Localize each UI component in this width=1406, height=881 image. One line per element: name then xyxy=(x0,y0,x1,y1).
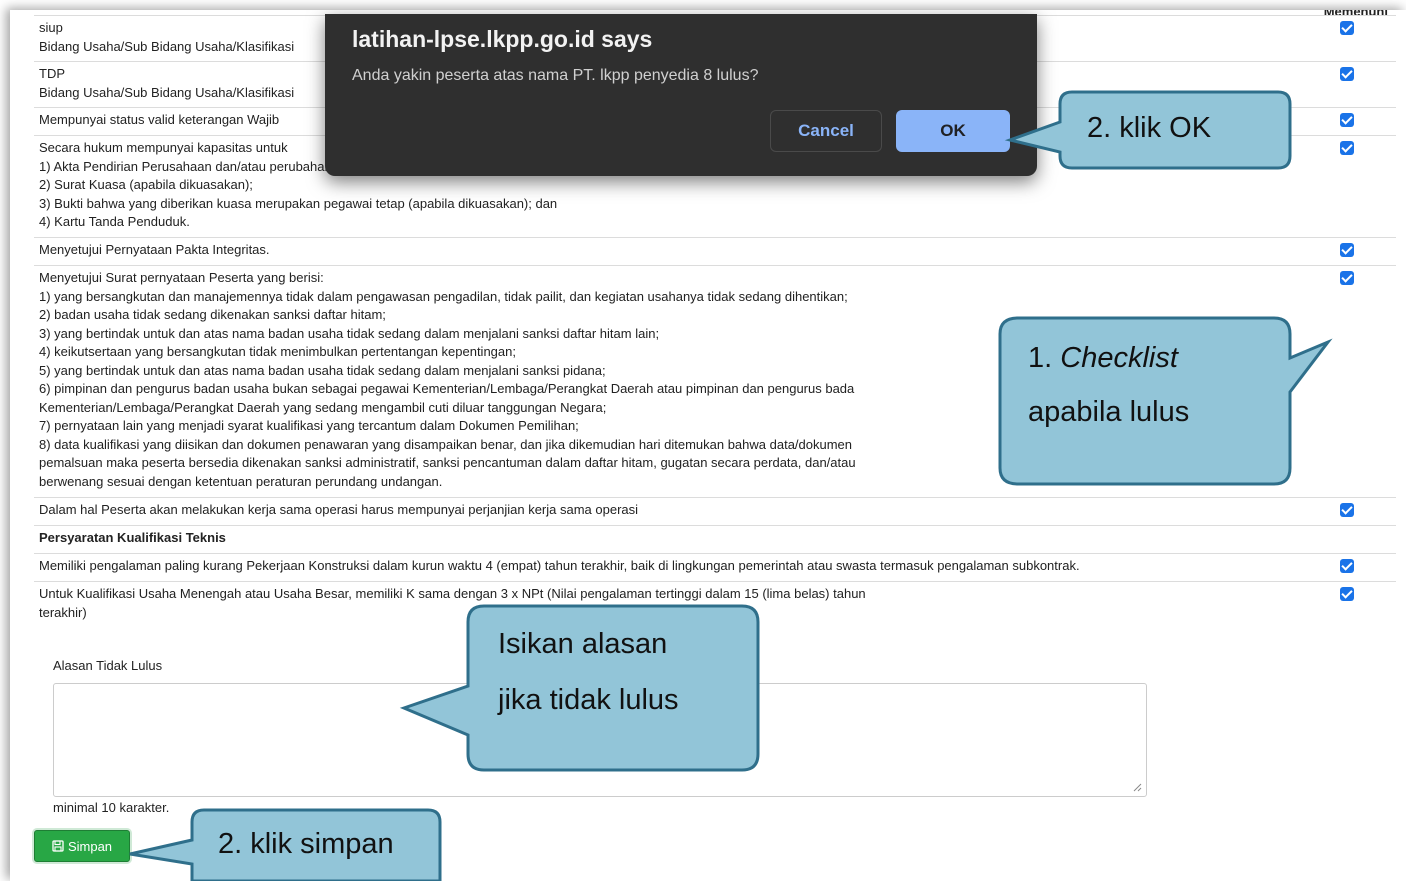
callout-alasan-line2: jika tidak lulus xyxy=(498,684,679,716)
callout-checklist-line1: 1. Checklist xyxy=(1028,342,1178,375)
callout-simpan-text: 2. klik simpan xyxy=(218,828,394,860)
callout-alasan-line1: Isikan alasan xyxy=(498,628,668,660)
callout-checklist-num: 1. xyxy=(1028,342,1061,374)
callout-checklist-word: Checklist xyxy=(1060,342,1178,374)
callout-checklist-line2: apabila lulus xyxy=(1028,396,1190,428)
callout-ok-text: 2. klik OK xyxy=(1087,112,1212,144)
